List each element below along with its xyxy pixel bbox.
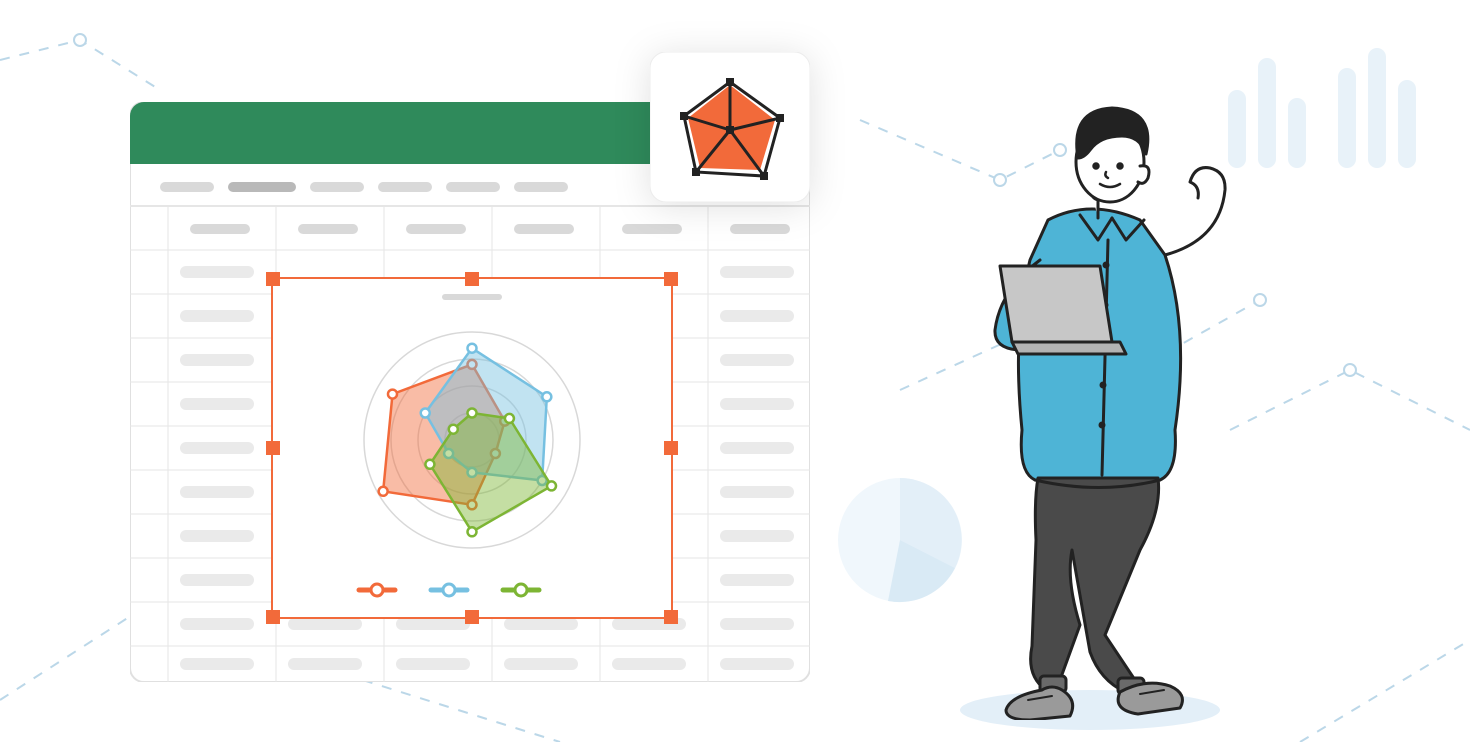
radar-chart-panel[interactable] <box>262 268 682 628</box>
person-illustration <box>940 80 1280 720</box>
illustration-stage <box>0 0 1470 742</box>
chart-type-card[interactable] <box>650 52 810 202</box>
